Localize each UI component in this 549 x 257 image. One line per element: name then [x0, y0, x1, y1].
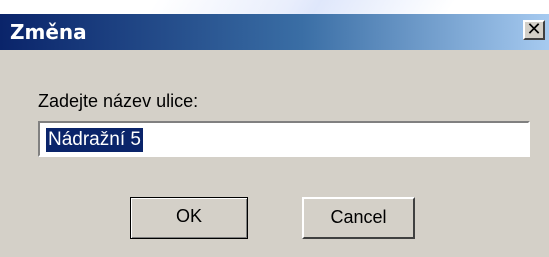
close-button[interactable]: ✕	[523, 20, 545, 40]
change-dialog: Změna ✕ Zadejte název ulice: Nádražní 5 …	[0, 14, 549, 257]
ok-button[interactable]: OK	[130, 197, 248, 239]
cancel-button[interactable]: Cancel	[302, 197, 415, 239]
street-name-label: Zadejte název ulice:	[38, 91, 199, 111]
street-name-input[interactable]: Nádražní 5	[38, 121, 530, 157]
title-bar[interactable]: Změna ✕	[0, 14, 549, 50]
street-name-value: Nádražní 5	[46, 128, 143, 152]
close-icon: ✕	[526, 19, 542, 40]
dialog-title: Změna	[10, 20, 87, 44]
